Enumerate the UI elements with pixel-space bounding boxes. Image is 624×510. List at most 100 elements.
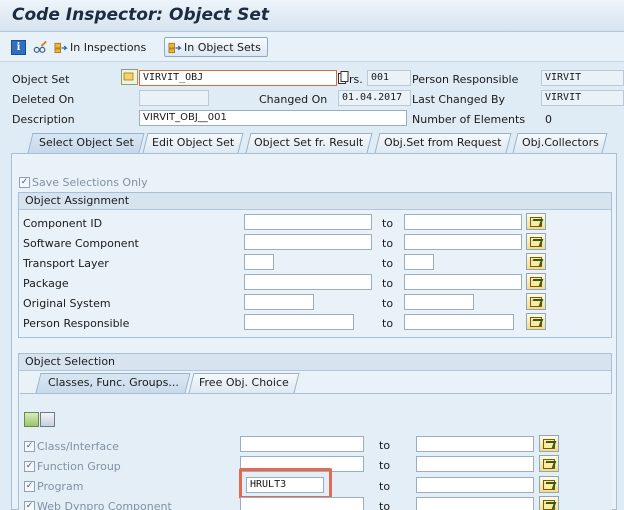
- checkbox-box: ✓: [24, 501, 35, 510]
- description-input[interactable]: VIRVIT_OBJ__001: [139, 110, 407, 126]
- version-label: rs.: [349, 73, 363, 86]
- number-of-elements-value: 0: [545, 113, 552, 126]
- to-label: to: [382, 237, 394, 250]
- software-component-from-input[interactable]: [244, 234, 372, 250]
- class-interface-from-input[interactable]: [240, 436, 364, 452]
- checkbox-box: ✓: [24, 481, 35, 492]
- deleted-on-field: [139, 90, 209, 106]
- program-checkbox[interactable]: ✓ Program: [24, 480, 83, 493]
- header-fields: Object Set VIRVIT_OBJ rs. 001 Person Res…: [0, 66, 624, 126]
- original-system-from-input[interactable]: [244, 294, 314, 310]
- tab-obj-collectors[interactable]: Obj.Collectors: [512, 133, 608, 153]
- person-responsible-field: VIRVIT: [541, 70, 624, 86]
- tab-label: Object Set fr. Result: [254, 136, 364, 149]
- in-object-sets-button[interactable]: In Object Sets: [164, 37, 268, 57]
- package-from-input[interactable]: [244, 274, 372, 290]
- program-to-input[interactable]: [416, 477, 534, 493]
- tab-label: Edit Object Set: [151, 136, 235, 149]
- object-selection-group: Object Selection Classes, Func. Groups..…: [18, 353, 612, 510]
- multiple-selection-button[interactable]: [526, 313, 546, 330]
- changed-on-label: Changed On: [259, 93, 328, 106]
- multiple-selection-button[interactable]: [526, 213, 546, 230]
- tab-select-object-set[interactable]: Select Object Set: [27, 133, 145, 153]
- object-selection-subtabs: Classes, Func. Groups... Free Obj. Choic…: [19, 373, 611, 393]
- number-of-elements-label: Number of Elements: [412, 113, 526, 126]
- save-selections-only-checkbox[interactable]: ✓ Save Selections Only: [19, 176, 148, 189]
- select-all-icon[interactable]: [24, 412, 39, 427]
- transport-layer-from-input[interactable]: [244, 254, 274, 270]
- tab-label: Obj.Collectors: [521, 136, 599, 149]
- deselect-all-icon[interactable]: [40, 412, 55, 427]
- component-id-to-input[interactable]: [404, 214, 522, 230]
- tab-object-set-from-result[interactable]: Object Set fr. Result: [245, 133, 373, 153]
- package-to-input[interactable]: [404, 274, 522, 290]
- web-dynpro-component-checkbox[interactable]: ✓ Web Dynpro Component: [24, 500, 172, 510]
- multiple-selection-button[interactable]: [539, 476, 559, 493]
- component-id-from-input[interactable]: [244, 214, 372, 230]
- class-interface-to-input[interactable]: [416, 436, 534, 452]
- to-label: to: [379, 500, 391, 510]
- object-set-input[interactable]: VIRVIT_OBJ: [139, 70, 337, 86]
- subtab-free-obj-choice[interactable]: Free Obj. Choice: [188, 373, 300, 393]
- display-change-button[interactable]: [33, 37, 48, 57]
- multiple-selection-button[interactable]: [526, 273, 546, 290]
- object-set-icon[interactable]: [121, 69, 138, 85]
- to-label: to: [382, 257, 394, 270]
- subtab-label: Free Obj. Choice: [199, 376, 289, 389]
- application-toolbar: i In Inspections In Object Sets: [0, 32, 624, 62]
- subtab-classes-func-groups[interactable]: Classes, Func. Groups...: [35, 373, 191, 393]
- person-responsible-from-input[interactable]: [244, 314, 354, 330]
- in-inspections-button[interactable]: In Inspections: [54, 37, 146, 57]
- to-label: to: [382, 297, 394, 310]
- program-label: Program: [37, 480, 84, 493]
- checkbox-box: ✓: [24, 461, 35, 472]
- checkbox-box: ✓: [19, 177, 30, 188]
- transport-layer-label: Transport Layer: [23, 257, 109, 270]
- person-responsible-row-label: Person Responsible: [23, 317, 130, 330]
- copy-icon[interactable]: [338, 71, 349, 84]
- multiple-selection-button[interactable]: [539, 496, 559, 510]
- last-changed-by-label: Last Changed By: [412, 93, 506, 106]
- object-assignment-group: Object Assignment Component ID to Softwa…: [18, 192, 612, 338]
- web-dynpro-component-from-input[interactable]: [240, 497, 364, 510]
- object-selection-title: Object Selection: [19, 354, 611, 371]
- software-component-to-input[interactable]: [404, 234, 522, 250]
- package-label: Package: [23, 277, 69, 290]
- where-used-icon: [168, 42, 182, 53]
- original-system-to-input[interactable]: [404, 294, 474, 310]
- person-responsible-label: Person Responsible: [412, 73, 519, 86]
- transport-layer-to-input[interactable]: [404, 254, 434, 270]
- function-group-checkbox[interactable]: ✓ Function Group: [24, 460, 121, 473]
- deleted-on-label: Deleted On: [12, 93, 75, 106]
- tab-edit-object-set[interactable]: Edit Object Set: [142, 133, 244, 153]
- multiple-selection-button[interactable]: [526, 293, 546, 310]
- object-selection-subpanel: ✓ Class/Interface to ✓ Function Group to…: [20, 393, 612, 510]
- function-group-label: Function Group: [37, 460, 121, 473]
- window-title: Code Inspector: Object Set: [12, 5, 270, 25]
- main-tabstrip: Select Object Set Edit Object Set Object…: [0, 133, 624, 153]
- tab-label: Obj.Set from Request: [384, 136, 502, 149]
- title-bar: Code Inspector: Object Set: [0, 0, 624, 32]
- version-field: 001: [367, 70, 411, 86]
- multiple-selection-button[interactable]: [539, 435, 559, 452]
- multiple-selection-button[interactable]: [526, 253, 546, 270]
- subtab-label: Classes, Func. Groups...: [47, 376, 179, 389]
- to-label: to: [382, 217, 394, 230]
- function-group-to-input[interactable]: [416, 456, 534, 472]
- object-set-label: Object Set: [12, 73, 70, 86]
- software-component-label: Software Component: [23, 237, 139, 250]
- person-responsible-to-input[interactable]: [404, 314, 514, 330]
- in-object-sets-label: In Object Sets: [184, 40, 261, 54]
- select-object-set-panel: ✓ Save Selections Only Object Assignment…: [11, 153, 617, 510]
- tab-obj-set-from-request[interactable]: Obj.Set from Request: [374, 133, 512, 153]
- object-assignment-title: Object Assignment: [19, 193, 611, 210]
- info-button[interactable]: i: [11, 37, 26, 57]
- save-selections-only-label: Save Selections Only: [32, 176, 148, 189]
- last-changed-by-field: VIRVIT: [541, 90, 624, 106]
- class-interface-checkbox[interactable]: ✓ Class/Interface: [24, 440, 119, 453]
- select-all-toolbar: [24, 412, 55, 427]
- to-label: to: [382, 277, 394, 290]
- multiple-selection-button[interactable]: [526, 233, 546, 250]
- web-dynpro-component-to-input[interactable]: [416, 497, 534, 510]
- multiple-selection-button[interactable]: [539, 455, 559, 472]
